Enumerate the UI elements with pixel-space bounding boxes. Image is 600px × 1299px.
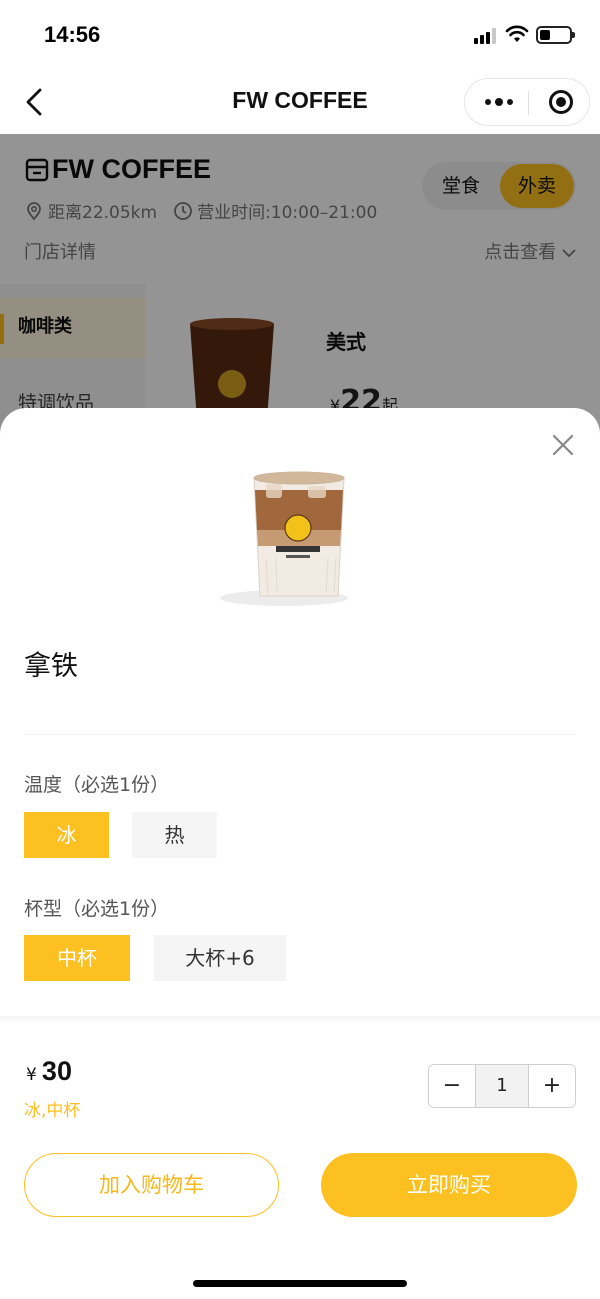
capsule-divider xyxy=(528,91,529,115)
cellular-signal-icon xyxy=(474,28,500,44)
decrease-button[interactable]: − xyxy=(429,1065,475,1107)
footer-divider xyxy=(0,1016,600,1024)
product-name: 拿铁 xyxy=(24,651,78,682)
option-label-temperature: 温度（必选1份） xyxy=(24,774,170,796)
price-value: 30 xyxy=(41,1056,72,1086)
target-close-icon[interactable] xyxy=(535,79,587,125)
selected-spec: 冰,中杯 xyxy=(24,1101,81,1121)
battery-level xyxy=(540,30,550,40)
option-large[interactable]: 大杯+6 xyxy=(154,935,286,981)
nav-bar: FW COFFEE xyxy=(0,70,600,134)
battery-icon xyxy=(536,26,575,44)
option-medium[interactable]: 中杯 xyxy=(24,935,130,981)
latte-image xyxy=(220,471,348,606)
product-options-sheet: 拿铁 温度（必选1份） 冰 热 杯型（必选1份） 中杯 大杯+6 ¥ 30 冰,… xyxy=(0,408,600,1299)
add-to-cart-button[interactable]: 加入购物车 xyxy=(24,1153,279,1217)
wifi-icon xyxy=(505,25,529,42)
option-label-size: 杯型（必选1份） xyxy=(24,898,170,920)
price-currency: ¥ xyxy=(26,1065,37,1085)
home-indicator xyxy=(193,1280,407,1287)
option-hot[interactable]: 热 xyxy=(132,812,217,858)
quantity-stepper: − 1 + xyxy=(428,1064,576,1108)
mini-program-capsule xyxy=(464,78,590,126)
more-dots-icon[interactable] xyxy=(471,79,527,125)
divider xyxy=(24,734,576,735)
status-bar: 14:56 xyxy=(0,0,600,70)
buy-now-button[interactable]: 立即购买 xyxy=(321,1153,577,1217)
option-ice[interactable]: 冰 xyxy=(24,812,109,858)
total-price: ¥ 30 xyxy=(26,1056,72,1087)
close-icon[interactable] xyxy=(550,432,576,458)
quantity-value[interactable]: 1 xyxy=(475,1065,529,1107)
increase-button[interactable]: + xyxy=(529,1065,575,1107)
status-time: 14:56 xyxy=(44,22,101,47)
